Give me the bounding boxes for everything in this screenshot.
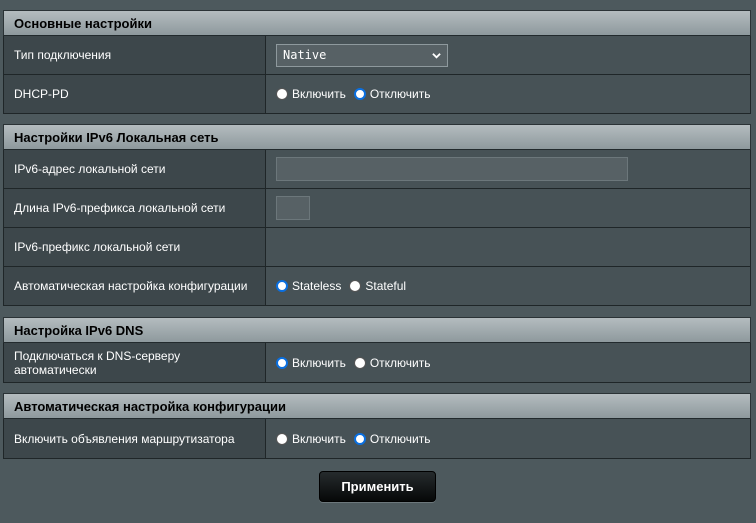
autoconf-header: Автоматическая настройка конфигурации bbox=[3, 393, 751, 419]
dhcp-pd-row: DHCP-PD Включить Отключить bbox=[3, 75, 751, 114]
router-adv-enable-radio[interactable]: Включить bbox=[276, 432, 346, 446]
router-adv-label: Включить объявления маршрутизатора bbox=[4, 419, 266, 458]
radio-checked-icon bbox=[276, 356, 288, 369]
apply-button[interactable]: Применить bbox=[319, 471, 436, 502]
dhcp-pd-label: DHCP-PD bbox=[4, 75, 266, 113]
radio-unchecked-icon bbox=[349, 280, 362, 292]
dhcp-pd-enable-radio[interactable]: Включить bbox=[276, 87, 346, 101]
radio-checked-icon bbox=[353, 88, 366, 100]
connection-type-select[interactable]: Native bbox=[276, 43, 448, 67]
ipv6-dns-header: Настройка IPv6 DNS bbox=[3, 317, 751, 343]
autoconf-row: Автоматическая настройка конфигурации St… bbox=[3, 267, 751, 306]
prefix-length-row: Длина IPv6-префикса локальной сети bbox=[3, 189, 751, 228]
autoconf-section: Автоматическая настройка конфигурации Вк… bbox=[3, 393, 751, 459]
radio-unchecked-icon bbox=[276, 88, 288, 100]
lan-prefix-label: IPv6-префикс локальной сети bbox=[4, 228, 266, 266]
radio-checked-icon bbox=[276, 280, 288, 292]
lan-address-label: IPv6-адрес локальной сети bbox=[4, 150, 266, 188]
radio-unchecked-icon bbox=[276, 432, 288, 445]
lan-address-input[interactable] bbox=[276, 157, 628, 181]
router-adv-row: Включить объявления маршрутизатора Включ… bbox=[3, 419, 751, 459]
prefix-length-input[interactable] bbox=[276, 196, 310, 220]
radio-checked-icon bbox=[353, 432, 366, 445]
basic-settings-header: Основные настройки bbox=[3, 10, 751, 36]
router-adv-disable-radio[interactable]: Отключить bbox=[353, 432, 431, 446]
autoconf-label: Автоматическая настройка конфигурации bbox=[4, 267, 266, 305]
radio-unchecked-icon bbox=[353, 356, 366, 369]
lan-address-row: IPv6-адрес локальной сети bbox=[3, 150, 751, 189]
dns-auto-row: Подключаться к DNS-серверу автоматически… bbox=[3, 343, 751, 383]
chevron-down-icon bbox=[432, 52, 441, 59]
stateless-radio[interactable]: Stateless bbox=[276, 279, 341, 293]
prefix-length-label: Длина IPv6-префикса локальной сети bbox=[4, 189, 266, 227]
connection-type-row: Тип подключения Native bbox=[3, 36, 751, 75]
stateful-radio[interactable]: Stateful bbox=[349, 279, 406, 293]
dns-auto-disable-radio[interactable]: Отключить bbox=[353, 356, 431, 370]
dhcp-pd-disable-radio[interactable]: Отключить bbox=[353, 87, 431, 101]
dns-auto-enable-radio[interactable]: Включить bbox=[276, 356, 346, 370]
ipv6-dns-section: Настройка IPv6 DNS Подключаться к DNS-се… bbox=[3, 317, 751, 383]
connection-type-value: Native bbox=[283, 48, 327, 62]
lan-prefix-row: IPv6-префикс локальной сети bbox=[3, 228, 751, 267]
ipv6-lan-section: Настройки IPv6 Локальная сеть IPv6-адрес… bbox=[3, 124, 751, 306]
ipv6-lan-header: Настройки IPv6 Локальная сеть bbox=[3, 124, 751, 150]
dns-auto-label: Подключаться к DNS-серверу автоматически bbox=[4, 343, 266, 382]
connection-type-label: Тип подключения bbox=[4, 36, 266, 74]
basic-settings-section: Основные настройки Тип подключения Nativ… bbox=[3, 10, 751, 114]
